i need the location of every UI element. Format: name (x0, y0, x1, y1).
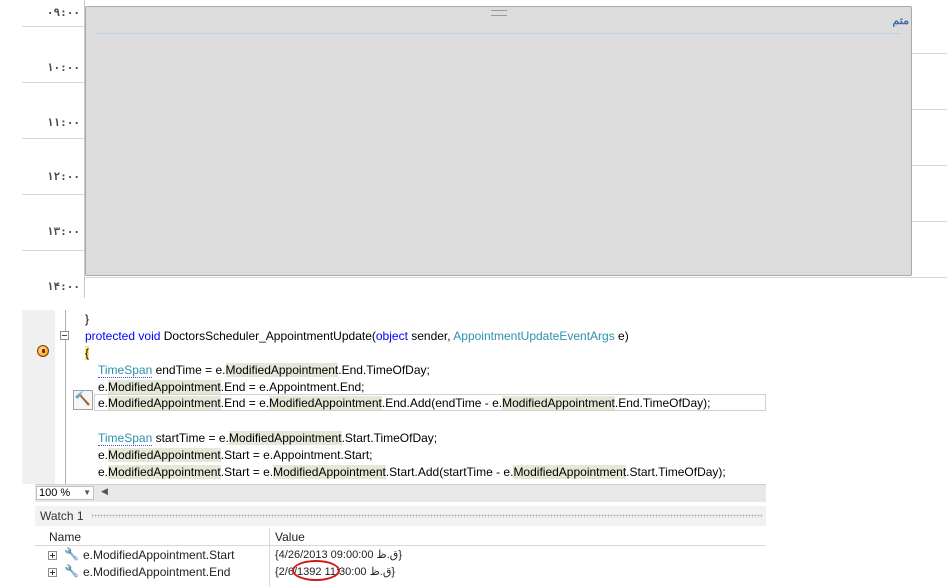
code-line: TimeSpan endTime = e.ModifiedAppointment… (98, 362, 430, 379)
appointment-title: متم (892, 15, 909, 27)
method-name: DoctorsScheduler_AppointmentUpdate (163, 329, 372, 343)
time-label: ۱۱:۰۰ (46, 116, 80, 129)
code-reference-highlight: ModifiedAppointment (269, 396, 382, 410)
scroll-left-icon[interactable]: ◀ (101, 486, 108, 497)
watch-column-header: Name Value (35, 528, 766, 546)
code-type: TimeSpan (98, 431, 153, 446)
time-label: ۰۹:۰۰ (46, 6, 80, 19)
watch-value: {4/26/2013 09:00:00 ق.ظ} (275, 549, 402, 561)
code-text: .Start.TimeOfDay; (341, 431, 438, 445)
code-keyword: protected (85, 329, 136, 343)
code-text: } (85, 312, 90, 326)
time-slot[interactable]: ۱۴:۰۰ (22, 251, 84, 306)
watch-name: e.ModifiedAppointment.End (83, 565, 231, 579)
code-text: e. (98, 380, 109, 394)
watch-window: Watch 1 Name Value 🔧 e.ModifiedAppointme… (35, 506, 766, 587)
code-reference-highlight: ModifiedAppointment (108, 448, 221, 462)
code-line: TimeSpan startTime = e.ModifiedAppointme… (98, 430, 437, 447)
code-reference-highlight: ModifiedAppointment (108, 380, 221, 394)
time-slot[interactable]: ۱۰:۰۰ (22, 27, 84, 83)
collapse-icon[interactable] (60, 331, 69, 340)
wrench-icon: 🔧 (64, 547, 79, 561)
title-grip (91, 514, 762, 518)
zoom-dropdown[interactable]: 100 % ▼ (36, 486, 94, 500)
code-text: startTime = e. (152, 431, 229, 445)
watch-title-bar[interactable]: Watch 1 (35, 506, 766, 526)
time-label: ۱۰:۰۰ (46, 61, 80, 74)
time-label: ۱۲:۰۰ (46, 170, 80, 183)
hammer-icon[interactable]: 🔨 (73, 390, 93, 410)
highlight-annotation (292, 560, 340, 581)
code-text: .End.Add(endTime - e. (381, 396, 503, 410)
grid-line (85, 277, 947, 278)
time-slot[interactable]: ۱۲:۰۰ (22, 139, 84, 195)
code-text: .End = e. (220, 396, 270, 410)
code-reference-highlight: ModifiedAppointment (228, 431, 342, 445)
time-label: ۱۳:۰۰ (46, 225, 80, 238)
code-line: { (85, 345, 90, 362)
code-text: .Start.TimeOfDay); (626, 465, 726, 479)
code-line: e.ModifiedAppointment.End = e.ModifiedAp… (98, 395, 710, 412)
code-text: e) (614, 329, 629, 343)
code-line: e.ModifiedAppointment.Start = e.Modified… (98, 464, 726, 481)
wrench-icon: 🔧 (64, 564, 79, 578)
code-text: .End.TimeOfDay); (614, 396, 711, 410)
code-text: .Start = e.Appointment.Start; (220, 448, 373, 462)
code-text: .End = e.Appointment.End; (220, 380, 365, 394)
watch-row[interactable]: 🔧 e.ModifiedAppointment.Start {4/26/2013… (35, 547, 766, 564)
time-slot[interactable]: ۱۳:۰۰ (22, 195, 84, 251)
expand-icon[interactable] (48, 568, 57, 577)
code-keyword: object (375, 329, 408, 343)
appointment-block[interactable]: متم (85, 6, 912, 276)
editor-gutter[interactable] (22, 310, 55, 484)
code-type: AppointmentUpdateEventArgs (453, 329, 615, 343)
expand-icon[interactable] (48, 551, 57, 560)
code-type: TimeSpan (98, 363, 153, 378)
time-slot[interactable]: ۱۱:۰۰ (22, 83, 84, 139)
resize-grip-icon[interactable] (491, 10, 507, 16)
code-text: endTime = e. (152, 363, 226, 377)
breakpoint-icon[interactable] (37, 345, 49, 357)
code-editor[interactable]: } protected void DoctorsScheduler_Appoin… (22, 310, 766, 484)
code-text: .Start = e. (220, 465, 274, 479)
code-reference-highlight: ModifiedAppointment (108, 396, 221, 410)
brace-match: { (85, 346, 90, 360)
code-text: e. (98, 396, 109, 410)
watch-title: Watch 1 (40, 509, 84, 523)
code-line: e.ModifiedAppointment.Start = e.Appointm… (98, 447, 373, 464)
code-text: sender, (407, 329, 454, 343)
code-reference-highlight: ModifiedAppointment (108, 465, 221, 479)
code-text: e. (98, 465, 109, 479)
appointment-divider (96, 33, 901, 34)
column-header-value[interactable]: Value (275, 530, 305, 544)
code-reference-highlight: ModifiedAppointment (502, 396, 615, 410)
code-reference-highlight: ModifiedAppointment (513, 465, 627, 479)
code-reference-highlight: ModifiedAppointment (225, 363, 339, 377)
time-label: ۱۴:۰۰ (46, 280, 80, 293)
code-text: .Start.Add(startTime - e. (385, 465, 514, 479)
code-keyword: void (138, 329, 161, 343)
code-line: protected void DoctorsScheduler_Appointm… (85, 328, 629, 345)
code-text: e. (98, 448, 109, 462)
watch-name: e.ModifiedAppointment.Start (83, 548, 235, 562)
chevron-down-icon[interactable]: ▼ (83, 487, 91, 499)
column-header-name[interactable]: Name (49, 530, 81, 544)
time-slot[interactable]: ۰۹:۰۰ (22, 0, 84, 27)
editor-status-bar: 100 % ▼ ◀ (35, 484, 766, 502)
code-line: } (85, 311, 89, 328)
code-text: .End.TimeOfDay; (338, 363, 430, 377)
time-ruler: ۰۹:۰۰ ۱۰:۰۰ ۱۱:۰۰ ۱۲:۰۰ ۱۳:۰۰ ۱۴:۰۰ (22, 0, 85, 298)
zoom-value: 100 % (39, 487, 71, 499)
code-reference-highlight: ModifiedAppointment (273, 465, 386, 479)
watch-row[interactable]: 🔧 e.ModifiedAppointment.End {2/6/1392 11… (35, 564, 766, 581)
